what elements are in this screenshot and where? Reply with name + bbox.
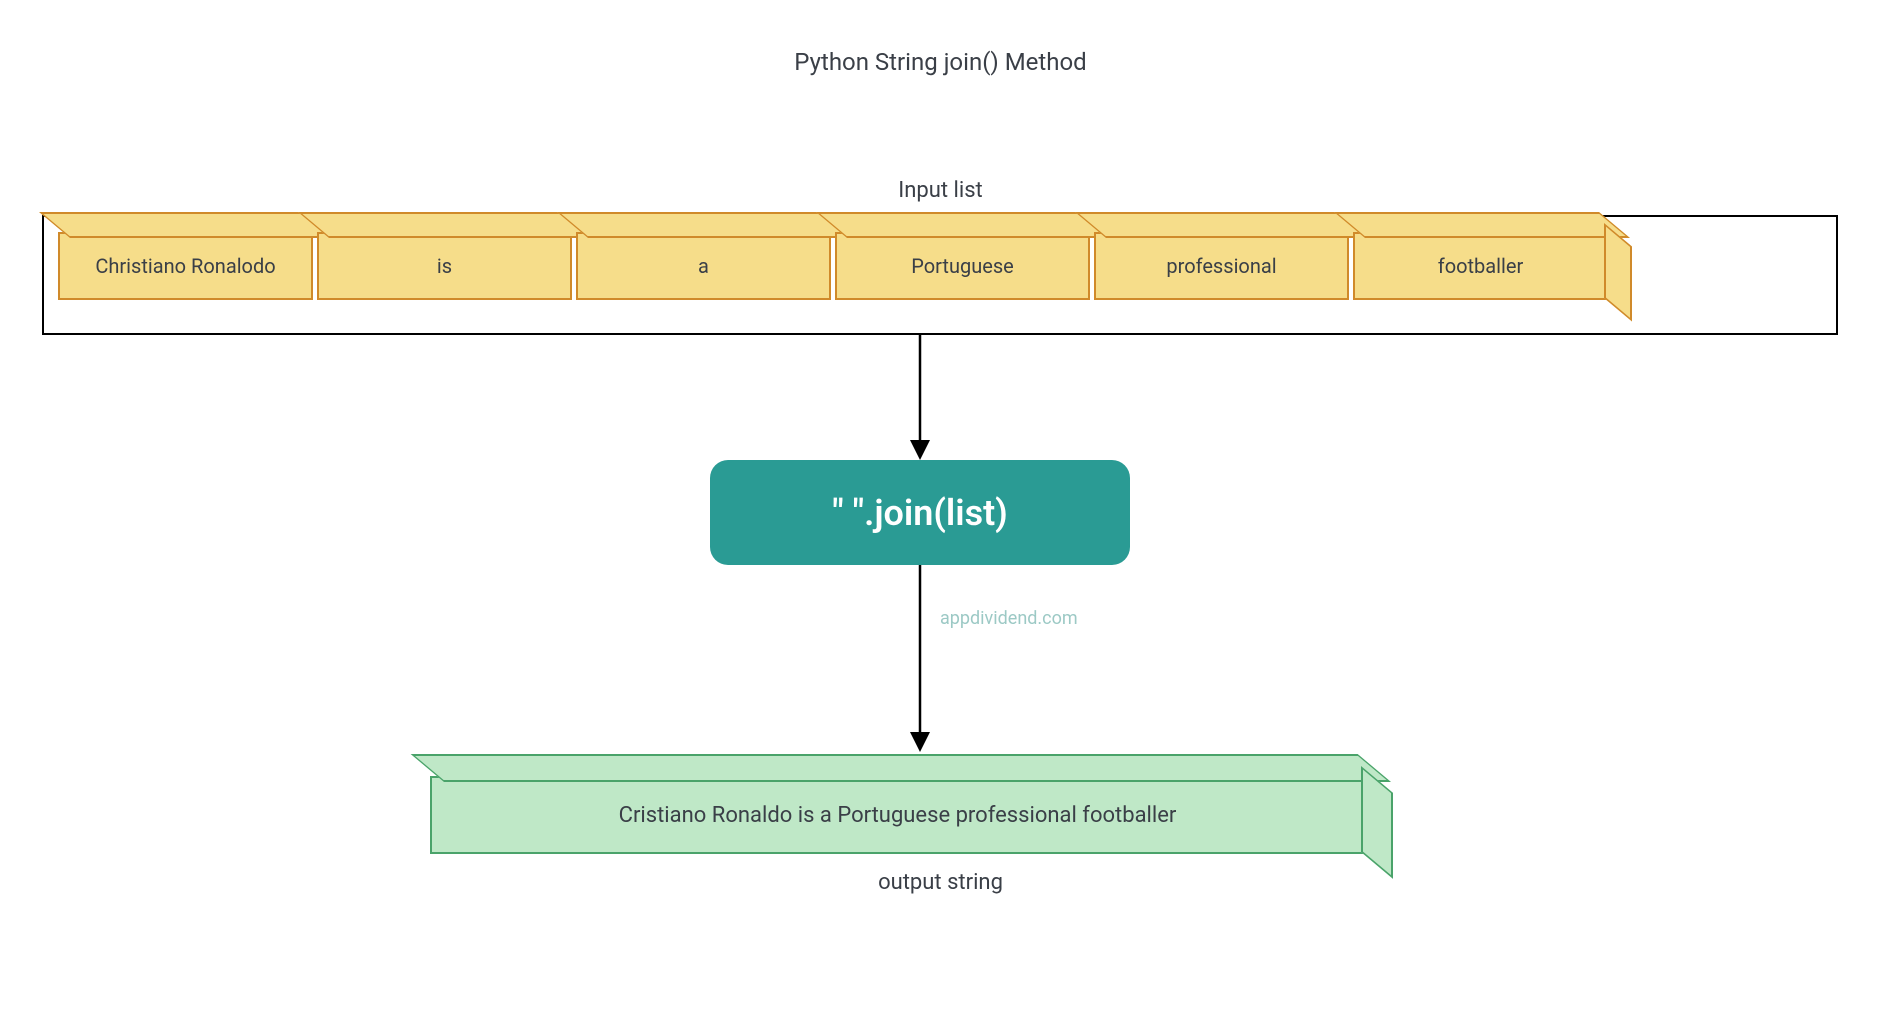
list-item: is xyxy=(317,232,572,300)
output-label: output string xyxy=(878,870,1003,895)
list-item: professional xyxy=(1094,232,1349,300)
input-list-label: Input list xyxy=(898,178,983,203)
output-string-box: Cristiano Ronaldo is a Portuguese profes… xyxy=(430,776,1365,854)
list-item: Christiano Ronalodo xyxy=(58,232,313,300)
list-item: Portuguese xyxy=(835,232,1090,300)
join-method-box: " ".join(list) xyxy=(710,460,1130,565)
watermark-text: appdividend.com xyxy=(940,608,1078,629)
input-blocks-row: Christiano Ronalodo is a Portuguese prof… xyxy=(58,232,1612,300)
diagram-title: Python String join() Method xyxy=(794,48,1086,76)
list-item: footballer xyxy=(1353,232,1608,300)
list-item: a xyxy=(576,232,831,300)
